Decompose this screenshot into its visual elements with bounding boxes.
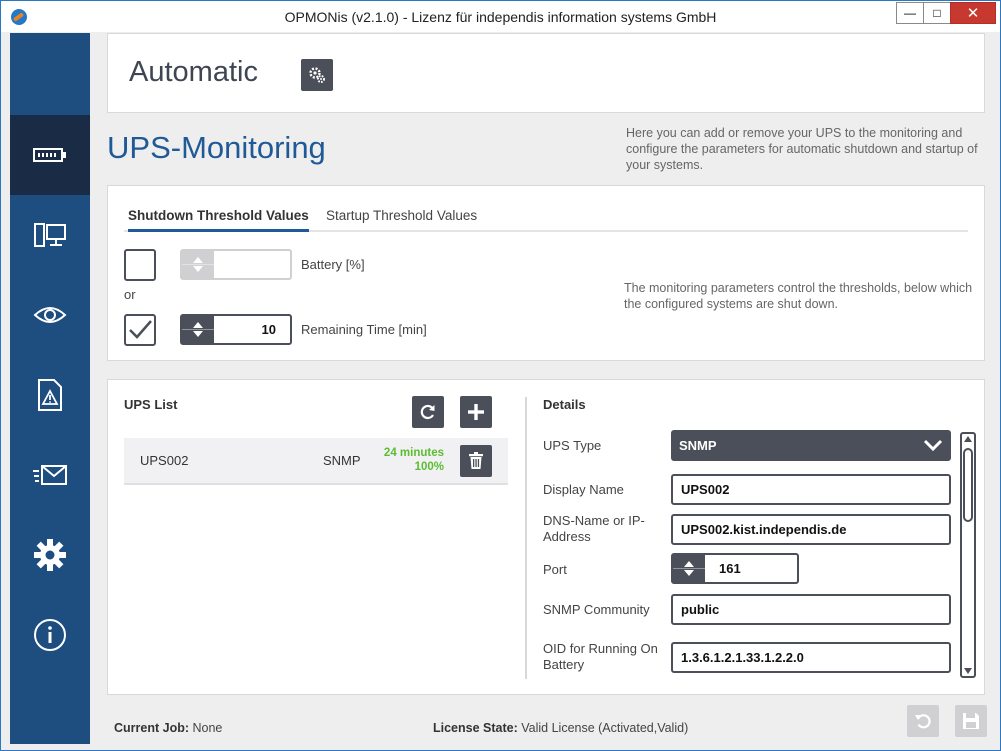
- port-value: 161: [719, 561, 741, 576]
- current-job-label: Current Job:: [114, 721, 189, 735]
- ups-list-title: UPS List: [124, 397, 178, 412]
- dns-name-label: DNS-Name or IP-Address: [543, 513, 645, 544]
- plus-icon: [468, 404, 484, 420]
- sidebar-item-logs[interactable]: [10, 355, 90, 435]
- stepper-down-icon[interactable]: [193, 266, 203, 272]
- ups-charge: 100%: [414, 461, 444, 473]
- status-bar: Current Job: None License State: Valid L…: [90, 713, 1000, 743]
- sidebar-item-monitoring[interactable]: [10, 275, 90, 355]
- or-label: or: [124, 287, 136, 302]
- warning-document-icon: [38, 379, 62, 411]
- page-title: UPS-Monitoring: [107, 130, 326, 165]
- mode-title: Automatic: [129, 56, 258, 88]
- delete-ups-button[interactable]: [460, 445, 492, 477]
- oid-field[interactable]: 1.3.6.1.2.1.33.1.2.2.0: [671, 642, 951, 673]
- stepper-up-icon[interactable]: [193, 322, 203, 328]
- save-button[interactable]: [955, 705, 987, 737]
- ups-list-item[interactable]: UPS002 SNMP 24 minutes 100%: [124, 438, 508, 485]
- undo-button[interactable]: [907, 705, 939, 737]
- scroll-down-icon[interactable]: [964, 668, 972, 674]
- app-window: OPMONis (v2.1.0) - Lizenz für independis…: [0, 0, 1001, 751]
- sidebar-item-ups-monitoring[interactable]: [10, 115, 108, 195]
- chevron-down-icon: [923, 439, 943, 452]
- threshold-note: The monitoring parameters control the th…: [624, 281, 973, 311]
- mode-header: Automatic: [107, 33, 985, 113]
- current-job-status: Current Job: None: [114, 721, 222, 735]
- license-label: License State:: [433, 721, 518, 735]
- checkmark-icon: [129, 320, 152, 339]
- scroll-thumb[interactable]: [963, 448, 973, 522]
- snmp-community-field[interactable]: public: [671, 594, 951, 625]
- threshold-panel: Shutdown Threshold Values Startup Thresh…: [107, 185, 985, 361]
- remaining-time-checkbox[interactable]: [124, 314, 156, 346]
- port-label: Port: [543, 562, 567, 577]
- main-content: Automatic UPS-Monitoring Here you can ad…: [90, 33, 1000, 744]
- window-title: OPMONis (v2.1.0) - Lizenz für independis…: [284, 9, 717, 25]
- tab-startup-thresholds[interactable]: Startup Threshold Values: [326, 208, 477, 229]
- refresh-button[interactable]: [412, 396, 444, 428]
- gears-icon: [309, 67, 325, 83]
- details-scrollbar[interactable]: [960, 432, 976, 678]
- ups-name: UPS002: [140, 453, 189, 468]
- sidebar-item-about[interactable]: [10, 595, 90, 675]
- maximize-button[interactable]: □: [923, 2, 951, 24]
- sidebar-item-systems[interactable]: [10, 195, 90, 275]
- dns-name-field[interactable]: UPS002.kist.independis.de: [671, 514, 951, 545]
- display-name-label: Display Name: [543, 482, 624, 497]
- ups-type-label: UPS Type: [543, 438, 602, 453]
- save-icon: [963, 713, 979, 729]
- sidebar-item-settings[interactable]: [10, 515, 90, 595]
- title-bar: OPMONis (v2.1.0) - Lizenz für independis…: [1, 1, 1000, 32]
- minimize-button[interactable]: —: [896, 2, 924, 24]
- license-status: License State: Valid License (Activated,…: [433, 721, 688, 735]
- battery-threshold-label: Battery [%]: [301, 257, 365, 272]
- ups-type-select[interactable]: SNMP: [671, 430, 951, 461]
- details-title: Details: [543, 397, 586, 412]
- mode-settings-button[interactable]: [301, 59, 333, 91]
- tab-shutdown-thresholds[interactable]: Shutdown Threshold Values: [128, 208, 309, 232]
- scroll-up-icon[interactable]: [964, 436, 972, 442]
- port-stepper[interactable]: 161: [671, 553, 799, 584]
- eye-icon: [33, 307, 67, 323]
- close-button[interactable]: ✕: [950, 2, 996, 24]
- sidebar-item-notifications[interactable]: [10, 435, 90, 515]
- ups-status: 24 minutes 100%: [364, 446, 444, 474]
- remaining-time-value: 10: [261, 322, 276, 337]
- display-name-field[interactable]: UPS002: [671, 474, 951, 505]
- ups-panel: UPS List UPS002 SNMP 24 minutes 100% Det…: [107, 379, 985, 695]
- current-job-value: None: [192, 721, 223, 735]
- remaining-time-stepper[interactable]: 10: [180, 314, 292, 345]
- sidebar: [10, 33, 108, 744]
- panel-divider: [525, 397, 527, 679]
- undo-icon: [915, 714, 931, 729]
- license-value: Valid License (Activated,Valid): [521, 721, 689, 735]
- devices-icon: [34, 223, 66, 247]
- add-ups-button[interactable]: [460, 396, 492, 428]
- oid-label: OID for Running On Battery: [543, 641, 658, 672]
- stepper-up-icon[interactable]: [193, 257, 203, 263]
- stepper-down-icon[interactable]: [193, 331, 203, 337]
- refresh-icon: [420, 404, 435, 420]
- battery-icon: [33, 148, 66, 162]
- info-icon: [34, 619, 66, 651]
- ups-runtime: 24 minutes: [383, 447, 444, 459]
- remaining-time-label: Remaining Time [min]: [301, 322, 427, 337]
- threshold-tabs: Shutdown Threshold Values Startup Thresh…: [124, 208, 968, 232]
- gear-icon: [34, 539, 66, 571]
- stepper-down-icon[interactable]: [684, 570, 694, 576]
- page-description: Here you can add or remove your UPS to t…: [626, 126, 978, 172]
- mail-icon: [33, 465, 67, 485]
- battery-threshold-stepper[interactable]: [180, 249, 292, 280]
- battery-threshold-checkbox[interactable]: [124, 249, 156, 281]
- ups-type-value: SNMP: [679, 438, 717, 453]
- trash-icon: [469, 452, 483, 469]
- stepper-up-icon[interactable]: [684, 561, 694, 567]
- ups-protocol: SNMP: [323, 453, 361, 468]
- snmp-community-label: SNMP Community: [543, 602, 650, 617]
